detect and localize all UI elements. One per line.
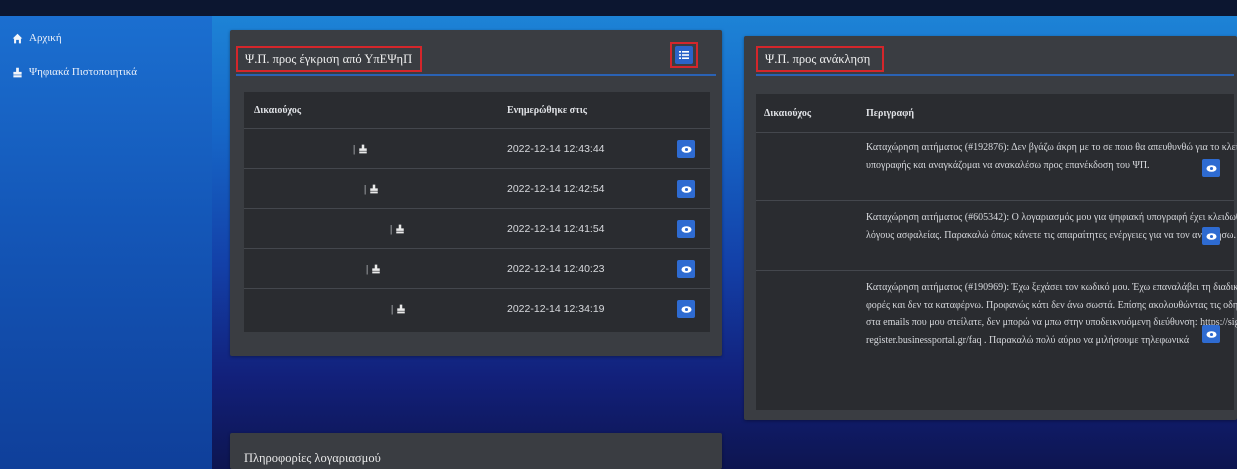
main-content: Ψ.Π. προς έγκριση από ΥπΕΨηΠ Δικαιούχος …	[212, 16, 1237, 469]
title-separator	[756, 74, 1234, 76]
eye-icon	[680, 265, 692, 273]
table-row: Καταχώρηση αιτήματος (#190969): Έχω ξεχά…	[756, 270, 1237, 407]
column-header-owner: Δικαιούχος	[254, 104, 302, 116]
table-row: Καταχώρηση αιτήματος (#192876): Δεν βγάζ…	[756, 132, 1237, 201]
table-row: Καταχώρηση αιτήματος (#605342): Ο λογαρι…	[756, 200, 1237, 271]
approval-table: Δικαιούχος Ενημερώθηκε στις | 2022-12-14…	[244, 92, 710, 332]
stamp-icon	[372, 264, 380, 274]
sidebar-item-label: Ψηφιακά Πιστοποιητικά	[29, 66, 138, 78]
owner-cell: |	[391, 303, 406, 315]
eye-icon	[680, 305, 692, 313]
updated-cell: 2022-12-14 12:42:54	[507, 183, 605, 195]
view-button[interactable]	[1202, 159, 1220, 177]
list-icon	[679, 51, 689, 59]
approval-card: Ψ.Π. προς έγκριση από ΥπΕΨηΠ Δικαιούχος …	[230, 30, 722, 356]
eye-icon	[1205, 232, 1217, 240]
view-button[interactable]	[1202, 325, 1220, 343]
list-menu-button[interactable]	[670, 42, 698, 68]
table-row: | 2022-12-14 12:34:19	[244, 288, 710, 329]
stamp-icon	[13, 67, 22, 77]
view-button[interactable]	[677, 300, 695, 318]
description-cell: Καταχώρηση αιτήματος (#605342): Ο λογαρι…	[866, 212, 1237, 241]
owner-cell: |	[364, 183, 379, 195]
column-header-owner: Δικαιούχος	[764, 107, 812, 119]
stamp-icon	[396, 224, 404, 234]
eye-icon	[680, 225, 692, 233]
view-button[interactable]	[677, 180, 695, 198]
updated-cell: 2022-12-14 12:43:44	[507, 143, 605, 155]
stamp-icon	[359, 144, 367, 154]
revocation-card: Ψ.Π. προς ανάκληση Δικαιούχος Περιγραφή …	[744, 36, 1237, 420]
view-button[interactable]	[677, 260, 695, 278]
updated-cell: 2022-12-14 12:41:54	[507, 223, 605, 235]
table-row: | 2022-12-14 12:43:44	[244, 128, 710, 169]
table-header: Δικαιούχος Περιγραφή	[756, 94, 1234, 132]
owner-cell: |	[366, 263, 381, 275]
updated-cell: 2022-12-14 12:40:23	[507, 263, 605, 275]
stamp-icon	[370, 184, 378, 194]
description-cell: Καταχώρηση αιτήματος (#192876): Δεν βγάζ…	[866, 142, 1237, 171]
updated-cell: 2022-12-14 12:34:19	[507, 303, 605, 315]
eye-icon	[680, 145, 692, 153]
stamp-icon	[397, 304, 405, 314]
home-icon	[12, 33, 23, 43]
view-button[interactable]	[677, 140, 695, 158]
owner-cell: |	[353, 143, 368, 155]
account-info-card: Πληροφορίες λογαριασμού	[230, 433, 722, 469]
owner-cell: |	[390, 223, 405, 235]
eye-icon	[1205, 330, 1217, 338]
table-row: | 2022-12-14 12:40:23	[244, 248, 710, 289]
column-header-updated: Ενημερώθηκε στις	[507, 104, 588, 116]
eye-icon	[1205, 164, 1217, 172]
sidebar-item-label: Αρχική	[29, 32, 62, 44]
revocation-card-title: Ψ.Π. προς ανάκληση	[756, 46, 884, 72]
account-info-title: Πληροφορίες λογαριασμού	[244, 451, 381, 465]
description-cell: Καταχώρηση αιτήματος (#190969): Έχω ξεχά…	[866, 282, 1237, 346]
table-header: Δικαιούχος Ενημερώθηκε στις	[244, 92, 710, 128]
sidebar-item-home[interactable]: Αρχική	[12, 28, 62, 48]
view-button[interactable]	[677, 220, 695, 238]
eye-icon	[680, 185, 692, 193]
revocation-table: Δικαιούχος Περιγραφή Καταχώρηση αιτήματο…	[756, 94, 1237, 410]
view-button[interactable]	[1202, 227, 1220, 245]
table-row: | 2022-12-14 12:42:54	[244, 168, 710, 209]
table-row: | 2022-12-14 12:41:54	[244, 208, 710, 249]
sidebar-item-certificates[interactable]: Ψηφιακά Πιστοποιητικά	[12, 62, 137, 82]
sidebar: Αρχική Ψηφιακά Πιστοποιητικά	[0, 16, 212, 469]
approval-card-title: Ψ.Π. προς έγκριση από ΥπΕΨηΠ	[236, 46, 422, 72]
title-separator	[236, 74, 716, 76]
column-header-description: Περιγραφή	[866, 107, 915, 119]
